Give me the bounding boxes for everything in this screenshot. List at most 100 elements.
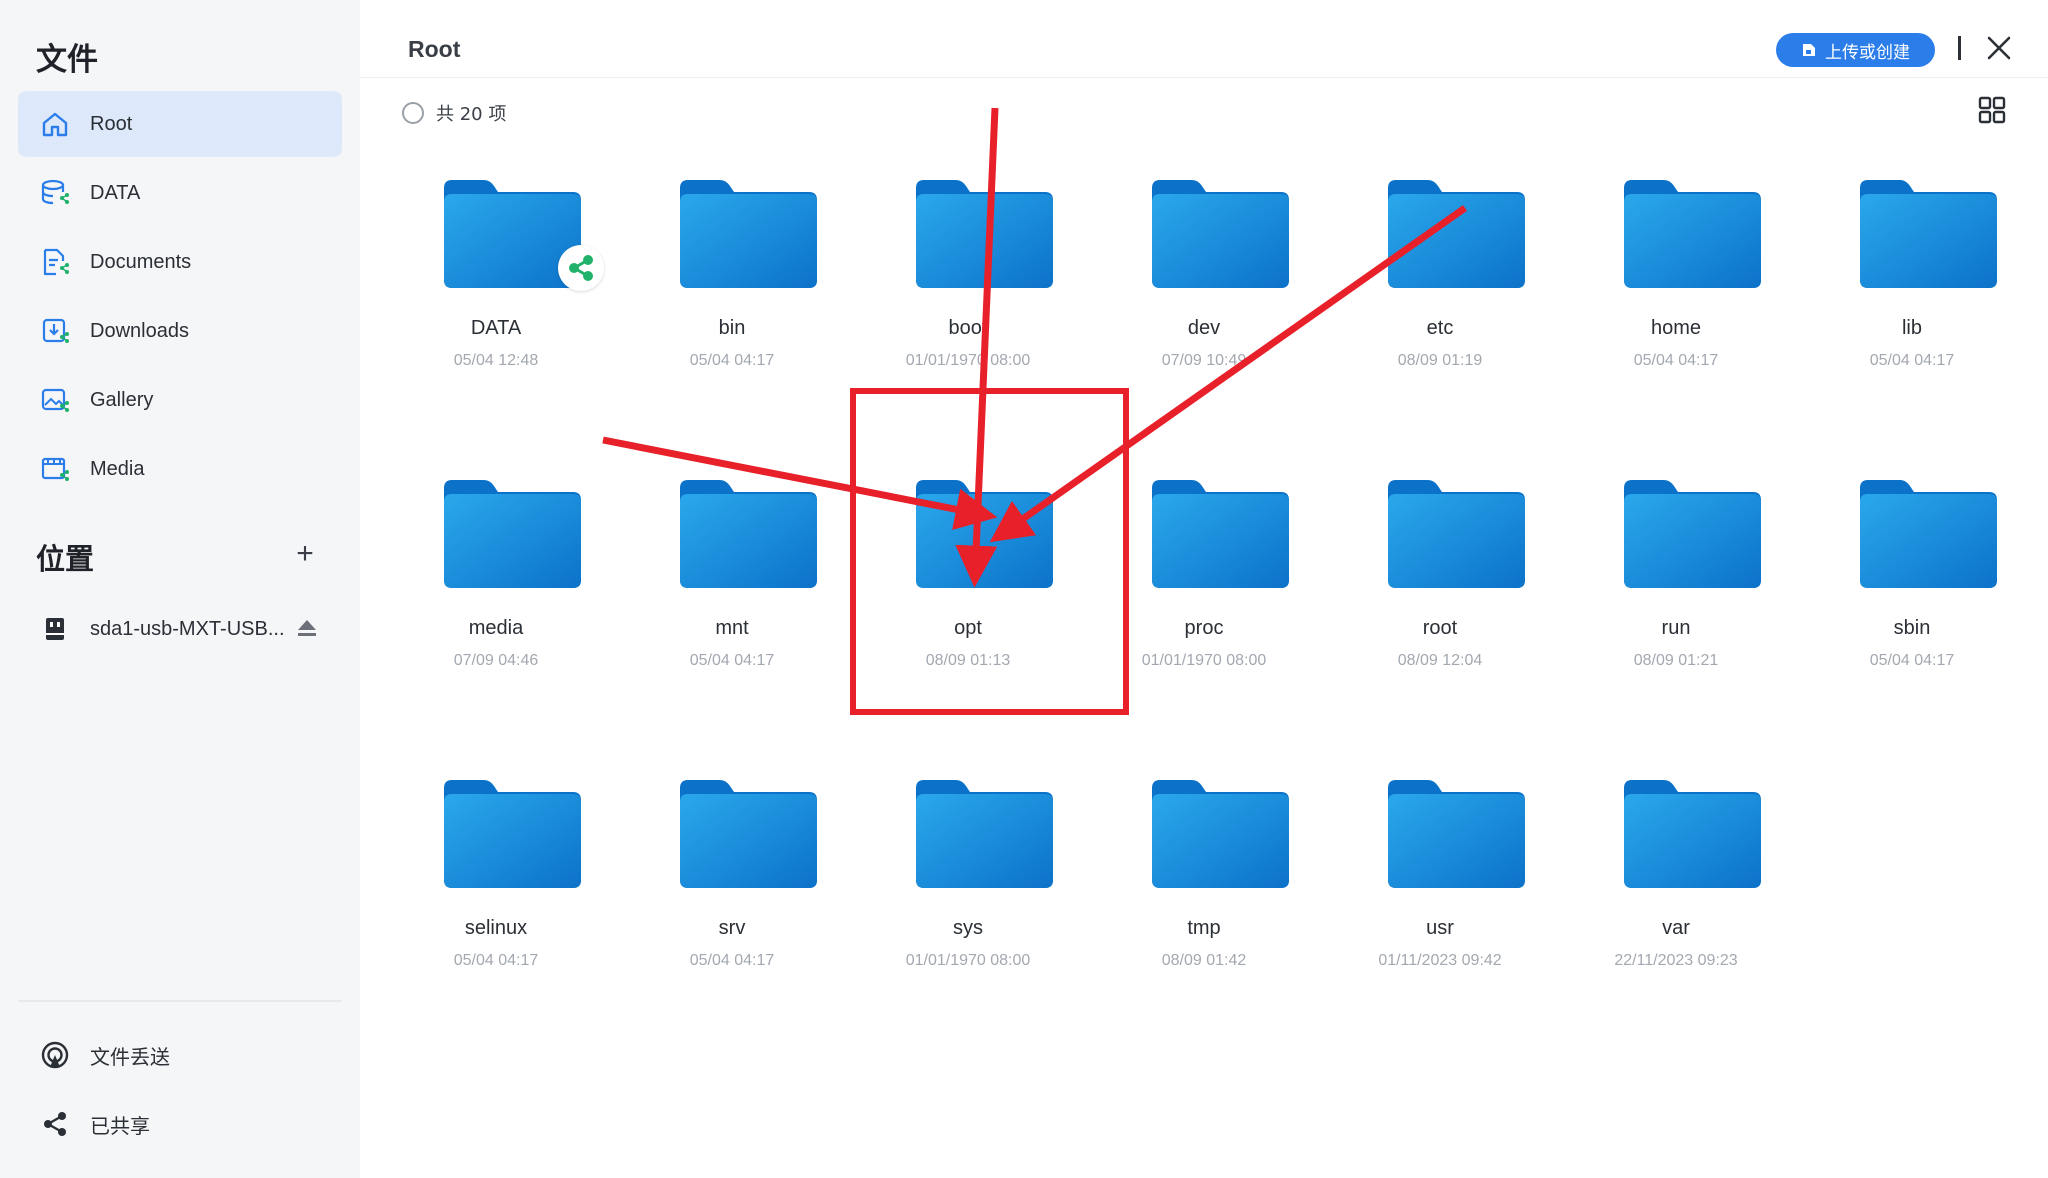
sidebar-item-label: 已共享 — [90, 1113, 150, 1138]
folder-icon — [1860, 480, 1997, 588]
folder-date: 08/09 12:04 — [1397, 652, 1483, 669]
location-item-usb[interactable]: sda1-usb-MXT-USB... — [18, 596, 342, 662]
folder-name: opt — [954, 617, 982, 639]
folder-icon — [916, 780, 1053, 888]
folder-tile-lib[interactable]: lib 05/04 04:17 — [1794, 166, 2030, 406]
sidebar-item-downloads[interactable]: Downloads — [18, 298, 342, 364]
header: Root 上传或创建 — [360, 0, 2048, 78]
folder-tile-root[interactable]: root 08/09 12:04 — [1322, 466, 1558, 706]
eject-icon[interactable] — [296, 616, 318, 640]
folder-tile-etc[interactable]: etc 08/09 01:19 — [1322, 166, 1558, 406]
sidebar-item-root[interactable]: Root — [18, 91, 342, 157]
folder-date: 01/11/2023 09:42 — [1378, 952, 1502, 969]
folder-tile-home[interactable]: home 05/04 04:17 — [1558, 166, 1794, 406]
folder-date: 05/04 04:17 — [689, 952, 775, 969]
header-separator — [1958, 36, 1961, 60]
sidebar: 文件 Root DATA Documents Downloads Gallery… — [0, 0, 360, 1178]
sidebar-item-shared[interactable]: 已共享 — [18, 1091, 342, 1157]
folder-tile-sbin[interactable]: sbin 05/04 04:17 — [1794, 466, 2030, 706]
folder-name: etc — [1426, 317, 1454, 339]
grid-view-icon[interactable] — [1978, 96, 2006, 124]
home-icon — [42, 112, 68, 137]
folder-name: root — [1422, 617, 1458, 639]
folder-tile-tmp[interactable]: tmp 08/09 01:42 — [1086, 766, 1322, 1006]
folder-date: 07/09 04:46 — [453, 652, 539, 669]
folder-icon — [916, 180, 1053, 288]
folder-name: boot — [948, 317, 988, 339]
folder-tile-media[interactable]: media 07/09 04:46 — [378, 466, 614, 706]
sidebar-item-label: DATA — [90, 181, 141, 204]
sidebar-item-file-drop[interactable]: 文件丢送 — [18, 1022, 342, 1088]
main-content: Root 上传或创建 共 20 项 DATA 05/04 12:48 bin 0… — [360, 0, 2048, 1178]
sidebar-item-label: 文件丢送 — [90, 1044, 170, 1069]
sidebar-item-label: Root — [90, 112, 133, 135]
database-share-icon — [41, 179, 69, 205]
upload-icon — [1803, 44, 1815, 56]
add-location-button[interactable]: + — [288, 538, 322, 572]
sidebar-item-label: Documents — [90, 250, 192, 273]
folder-date: 08/09 01:19 — [1397, 352, 1483, 369]
upload-label: 上传或创建 — [1825, 42, 1910, 63]
folder-name: media — [468, 617, 524, 639]
folder-name: dev — [1187, 317, 1221, 339]
sidebar-title: 文件 — [36, 42, 98, 78]
usb-drive-icon — [46, 618, 64, 640]
folder-icon — [1860, 180, 1997, 288]
sidebar-item-media[interactable]: Media — [18, 436, 342, 502]
folder-name: mnt — [715, 617, 749, 639]
folder-icon — [1152, 180, 1289, 288]
sidebar-item-label: Gallery — [90, 388, 154, 411]
folder-name: sbin — [1893, 617, 1931, 639]
folder-icon — [680, 480, 817, 588]
upload-or-create-button[interactable]: 上传或创建 — [1776, 33, 1935, 67]
folder-tile-boot[interactable]: boot 01/01/1970 08:00 — [850, 166, 1086, 406]
folder-date: 01/01/1970 08:00 — [1141, 652, 1267, 669]
sidebar-item-gallery[interactable]: Gallery — [18, 367, 342, 433]
film-share-icon — [41, 457, 69, 481]
sidebar-item-data[interactable]: DATA — [18, 160, 342, 226]
folder-name: tmp — [1187, 917, 1221, 939]
sidebar-item-documents[interactable]: Documents — [18, 229, 342, 295]
folder-tile-DATA[interactable]: DATA 05/04 12:48 — [378, 166, 614, 406]
folder-date: 05/04 12:48 — [453, 352, 539, 369]
folder-tile-var[interactable]: var 22/11/2023 09:23 — [1558, 766, 1794, 1006]
folder-date: 05/04 04:17 — [1633, 352, 1719, 369]
folder-icon — [916, 480, 1053, 588]
folder-name: bin — [718, 317, 746, 339]
item-count: 共 20 项 — [436, 104, 507, 125]
folder-name: srv — [718, 917, 746, 939]
file-manager-window: 文件 Root DATA Documents Downloads Gallery… — [0, 0, 2048, 1178]
locations-title: 位置 — [36, 542, 95, 576]
folder-tile-usr[interactable]: usr 01/11/2023 09:42 — [1322, 766, 1558, 1006]
close-icon[interactable] — [1986, 35, 2012, 61]
document-share-icon — [43, 248, 69, 276]
folder-icon — [1152, 780, 1289, 888]
location-label: sda1-usb-MXT-USB... — [90, 617, 285, 640]
sidebar-item-label: Downloads — [90, 319, 189, 342]
folder-icon — [1624, 480, 1761, 588]
sidebar-divider — [18, 1000, 342, 1002]
folder-name: proc — [1184, 617, 1224, 639]
folder-date: 08/09 01:13 — [925, 652, 1011, 669]
folder-tile-srv[interactable]: srv 05/04 04:17 — [614, 766, 850, 1006]
folder-name: lib — [1901, 317, 1922, 339]
folder-tile-proc[interactable]: proc 01/01/1970 08:00 — [1086, 466, 1322, 706]
folder-date: 05/04 04:17 — [1869, 652, 1955, 669]
sidebar-item-label: Media — [90, 457, 145, 480]
folder-tile-bin[interactable]: bin 05/04 04:17 — [614, 166, 850, 406]
folder-tile-dev[interactable]: dev 07/09 10:49 — [1086, 166, 1322, 406]
folder-tile-mnt[interactable]: mnt 05/04 04:17 — [614, 466, 850, 706]
folder-name: usr — [1426, 917, 1454, 939]
folder-name: home — [1650, 317, 1702, 339]
folder-tile-run[interactable]: run 08/09 01:21 — [1558, 466, 1794, 706]
folder-date: 05/04 04:17 — [689, 352, 775, 369]
select-all-checkbox[interactable] — [402, 102, 424, 124]
folder-name: run — [1661, 617, 1691, 639]
folder-icon — [1624, 180, 1761, 288]
share-icon — [44, 1112, 66, 1136]
sidebar-nav: Root DATA Documents Downloads Gallery Me… — [18, 91, 342, 505]
folder-tile-selinux[interactable]: selinux 05/04 04:17 — [378, 766, 614, 1006]
folder-icon — [444, 780, 581, 888]
folder-tile-opt[interactable]: opt 08/09 01:13 — [850, 466, 1086, 706]
folder-tile-sys[interactable]: sys 01/01/1970 08:00 — [850, 766, 1086, 1006]
